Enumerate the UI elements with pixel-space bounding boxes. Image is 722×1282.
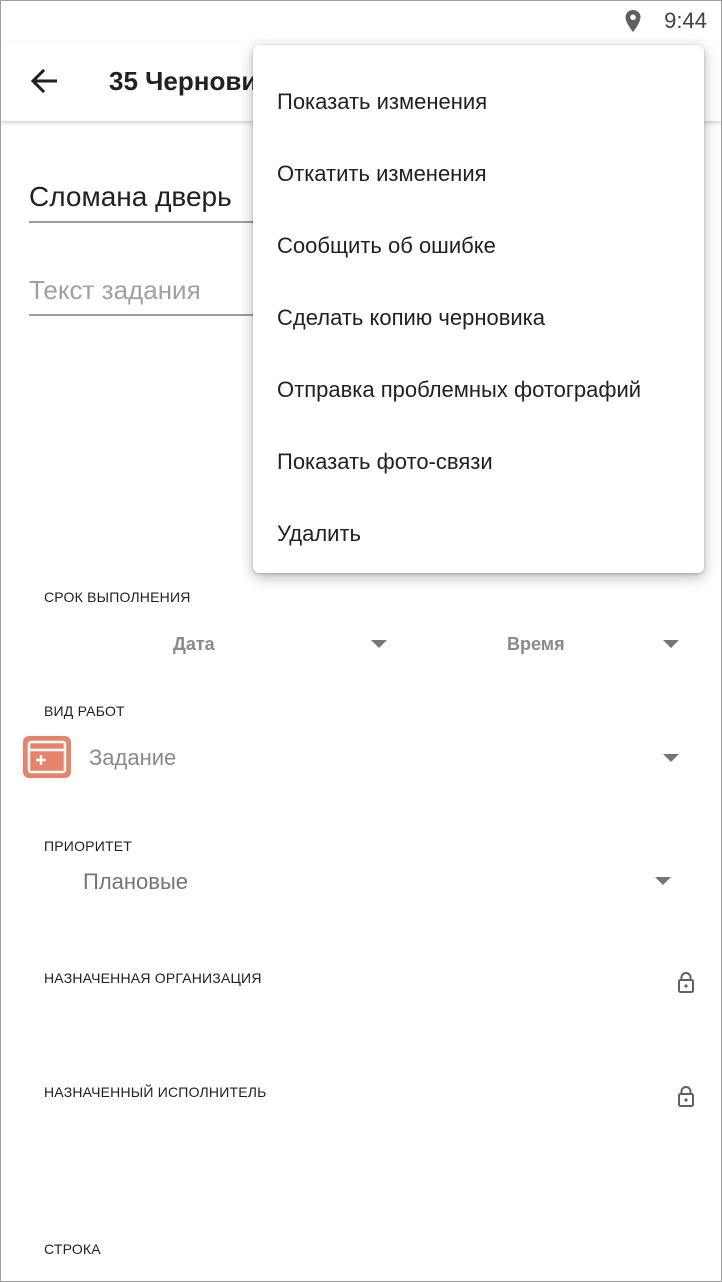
- chevron-down-icon: [663, 640, 679, 648]
- date-dropdown[interactable]: Дата: [161, 626, 401, 662]
- date-dropdown-label: Дата: [173, 634, 215, 654]
- back-button[interactable]: [1, 41, 87, 121]
- app-screen: 9:44 35 Черновик Сломана дверь Текст зад…: [0, 0, 722, 1282]
- menu-item-copy-draft[interactable]: Сделать копию черновика: [253, 282, 704, 354]
- task-calendar-icon: [23, 736, 71, 778]
- time-dropdown[interactable]: Время: [491, 626, 691, 662]
- work-type-dropdown[interactable]: Задание: [81, 736, 691, 780]
- time-dropdown-label: Время: [507, 634, 565, 654]
- menu-item-report-error[interactable]: Сообщить об ошибке: [253, 210, 704, 282]
- lock-icon: [678, 972, 694, 993]
- arrow-back-icon: [31, 69, 57, 93]
- priority-value: Плановые: [83, 869, 189, 894]
- priority-dropdown[interactable]: Плановые: [75, 861, 685, 905]
- priority-label: ПРИОРИТЕТ: [44, 838, 132, 854]
- chevron-down-icon: [371, 640, 387, 648]
- chevron-down-icon: [663, 754, 679, 762]
- menu-item-show-photo-links[interactable]: Показать фото-связи: [253, 426, 704, 498]
- row-label: СТРОКА: [44, 1241, 101, 1257]
- work-type-label: ВИД РАБОТ: [44, 703, 125, 719]
- lock-icon: [678, 1086, 694, 1107]
- work-type-value: Задание: [89, 745, 177, 770]
- menu-item-revert-changes[interactable]: Откатить изменения: [253, 138, 704, 210]
- menu-item-show-changes[interactable]: Показать изменения: [253, 66, 704, 138]
- status-time: 9:44: [664, 8, 707, 33]
- task-title-input[interactable]: Сломана дверь: [29, 181, 259, 223]
- task-text-input[interactable]: Текст задания: [29, 275, 259, 316]
- location-pin-icon: [625, 10, 641, 32]
- assigned-executor-label: НАЗНАЧЕННЫЙ ИСПОЛНИТЕЛЬ: [44, 1084, 267, 1100]
- status-bar: 9:44: [1, 1, 721, 41]
- chevron-down-icon: [655, 877, 671, 885]
- overflow-menu: Показать изменения Откатить изменения Со…: [253, 45, 704, 573]
- assigned-org-label: НАЗНАЧЕННАЯ ОРГАНИЗАЦИЯ: [44, 970, 262, 986]
- menu-item-send-problem-photos[interactable]: Отправка проблемных фотографий: [253, 354, 704, 426]
- deadline-label: СРОК ВЫПОЛНЕНИЯ: [44, 589, 191, 605]
- menu-item-delete[interactable]: Удалить: [253, 498, 704, 570]
- page-title: 35 Черновик: [109, 65, 271, 96]
